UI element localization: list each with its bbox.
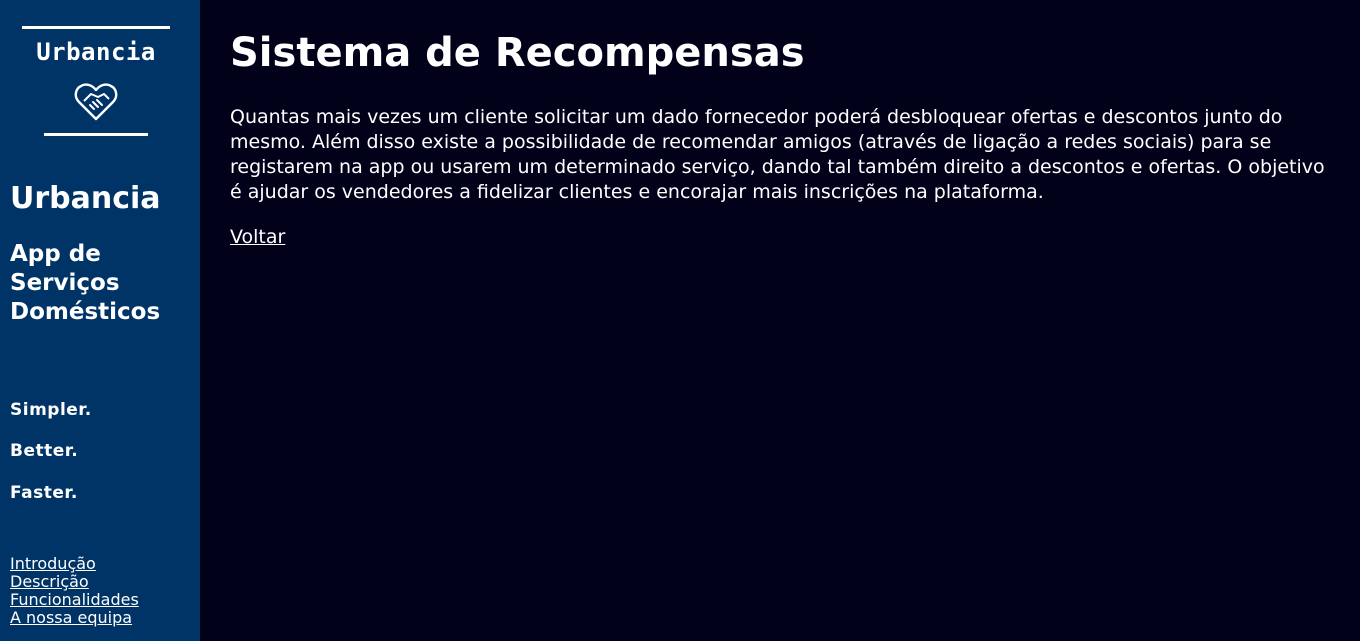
slogan-simpler: Simpler. — [10, 400, 92, 420]
page-title: Sistema de Recompensas — [230, 30, 805, 76]
slogan-faster: Faster. — [10, 483, 78, 503]
brand-subtitle: App de Serviços Domésticos — [10, 241, 161, 325]
handshake-heart-icon — [74, 83, 118, 121]
nav-link-equipa[interactable]: A nossa equipa — [10, 609, 139, 627]
brand-title: Urbancia — [10, 181, 161, 216]
back-link[interactable]: Voltar — [230, 226, 285, 248]
nav-link-introducao[interactable]: Introdução — [10, 555, 139, 573]
sidebar: Urbancia Urbancia App de Serviços Domést… — [0, 0, 200, 641]
feature-description: Quantas mais vezes um cliente solicitar … — [230, 106, 1325, 203]
logo[interactable]: Urbancia — [22, 26, 170, 138]
nav-link-funcionalidades[interactable]: Funcionalidades — [10, 591, 139, 609]
logo-top-rule — [22, 26, 170, 29]
logo-text: Urbancia — [36, 38, 156, 66]
sidebar-nav: Introdução Descrição Funcionalidades A n… — [10, 555, 139, 627]
slogan-better: Better. — [10, 441, 79, 461]
nav-link-descricao[interactable]: Descrição — [10, 573, 139, 591]
logo-bottom-rule — [44, 133, 148, 136]
